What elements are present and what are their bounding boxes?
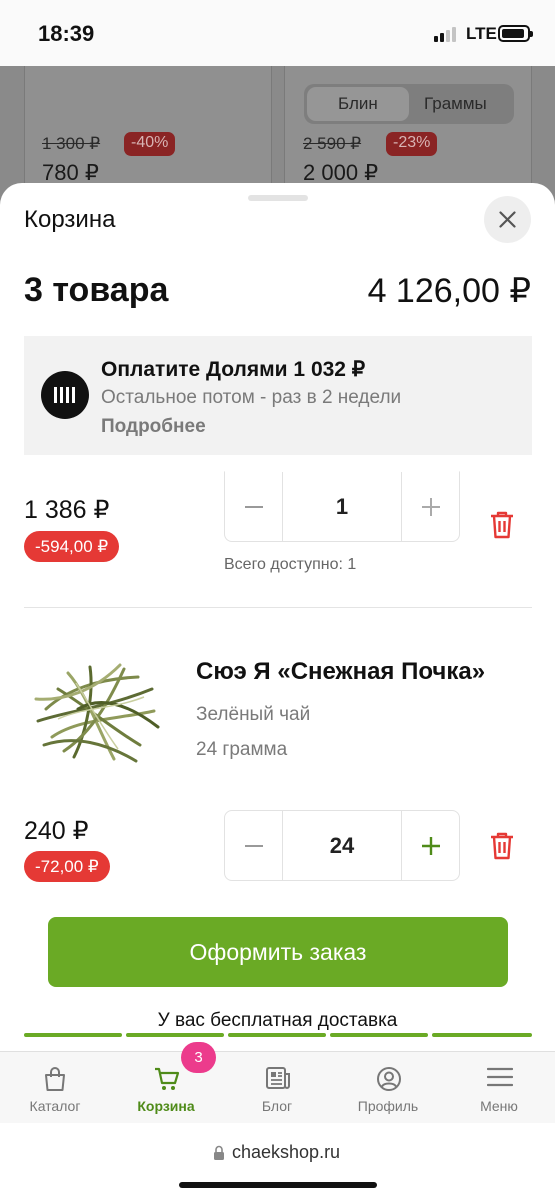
nav-label: Профиль bbox=[357, 1098, 419, 1114]
minus-icon bbox=[245, 845, 263, 847]
plus-icon bbox=[422, 498, 440, 516]
item-price: 240 ₽ bbox=[24, 817, 89, 845]
free-delivery-text: У вас бесплатная доставка bbox=[157, 1010, 398, 1031]
dolyami-logo-icon bbox=[41, 371, 89, 419]
home-indicator[interactable] bbox=[179, 1182, 377, 1188]
decrease-button[interactable] bbox=[225, 811, 283, 880]
nav-item-profile[interactable]: Профиль bbox=[338, 1052, 438, 1124]
url-text[interactable]: chaekshop.ru bbox=[232, 1142, 340, 1163]
discount-badge: -40% bbox=[124, 132, 176, 156]
quantity-value[interactable]: 1 bbox=[283, 472, 401, 541]
increase-button[interactable] bbox=[401, 472, 459, 541]
close-icon bbox=[499, 211, 516, 228]
quantity-value[interactable]: 24 bbox=[283, 811, 401, 880]
quantity-stepper: 24 bbox=[224, 810, 460, 881]
bag-icon bbox=[45, 1067, 65, 1091]
toggle-option: Граммы bbox=[424, 94, 487, 113]
dolyami-more-link[interactable]: Подробнее bbox=[101, 416, 206, 438]
battery-icon bbox=[498, 25, 533, 42]
product-image[interactable] bbox=[28, 649, 164, 769]
nav-label: Блог bbox=[261, 1098, 293, 1114]
nav-item-menu[interactable]: Меню bbox=[449, 1052, 549, 1124]
sheet-grabber[interactable] bbox=[248, 195, 308, 201]
item-price: 1 386 ₽ bbox=[24, 496, 110, 524]
item-discount-badge: -594,00 ₽ bbox=[24, 531, 120, 562]
product-weight: 24 грамма bbox=[196, 739, 288, 760]
status-time: 18:39 bbox=[38, 21, 95, 46]
close-button[interactable] bbox=[484, 196, 531, 243]
checkout-button[interactable]: Оформить заказ bbox=[48, 917, 508, 987]
menu-icon bbox=[487, 1067, 513, 1087]
browser-url-bar[interactable]: chaekshop.ru bbox=[0, 1123, 555, 1200]
increase-button[interactable] bbox=[401, 811, 459, 880]
status-bar: 18:39 LTE bbox=[0, 0, 555, 66]
cart-icon bbox=[155, 1067, 180, 1090]
network-label: LTE bbox=[466, 24, 497, 43]
divider bbox=[24, 607, 532, 608]
product-type: Зелёный чай bbox=[196, 704, 311, 725]
bottom-nav: Каталог Корзина Блог Профиль Меню bbox=[0, 1051, 555, 1123]
dolyami-subtitle: Остальное потом - раз в 2 недели bbox=[101, 387, 402, 408]
plus-icon bbox=[422, 837, 440, 855]
cart-total: 4 126,00 ₽ bbox=[367, 272, 531, 310]
newspaper-icon bbox=[266, 1067, 290, 1089]
nav-label: Каталог bbox=[29, 1098, 81, 1114]
discount-badge: -23% bbox=[386, 132, 438, 156]
old-price: 2 590 ₽ bbox=[303, 134, 362, 153]
delivery-progress-bar bbox=[24, 1033, 532, 1038]
item-discount-badge: -72,00 ₽ bbox=[24, 851, 110, 882]
dolyami-title: Оплатите Долями 1 032 ₽ bbox=[101, 358, 366, 381]
nav-item-catalog[interactable]: Каталог bbox=[5, 1052, 105, 1124]
minus-icon bbox=[245, 506, 263, 508]
lock-icon bbox=[214, 1145, 224, 1160]
product-name[interactable]: Сюэ Я «Снежная Почка» bbox=[196, 658, 485, 686]
toggle-option: Блин bbox=[338, 94, 378, 113]
availability-text: Всего доступно: 1 bbox=[224, 556, 357, 573]
old-price: 1 300 ₽ bbox=[42, 134, 101, 153]
trash-icon[interactable] bbox=[489, 510, 515, 540]
dolyami-banner[interactable]: Оплатите Долями 1 032 ₽ Остальное потом … bbox=[24, 336, 532, 455]
trash-icon[interactable] bbox=[489, 831, 515, 861]
decrease-button[interactable] bbox=[225, 472, 283, 541]
sheet-title: Корзина bbox=[24, 206, 116, 233]
items-count: 3 товара bbox=[24, 271, 169, 309]
unit-toggle: Блин Граммы bbox=[304, 84, 514, 124]
cart-count-badge: 3 bbox=[181, 1042, 216, 1073]
signal-icon bbox=[434, 26, 460, 42]
nav-item-blog[interactable]: Блог bbox=[227, 1052, 327, 1124]
user-icon bbox=[377, 1067, 401, 1091]
cart-sheet: Корзина 3 товара 4 126,00 ₽ Оплатите Дол… bbox=[0, 183, 555, 1200]
nav-label: Меню bbox=[480, 1098, 518, 1114]
nav-label: Корзина bbox=[137, 1098, 195, 1114]
quantity-stepper: 1 bbox=[224, 471, 460, 542]
